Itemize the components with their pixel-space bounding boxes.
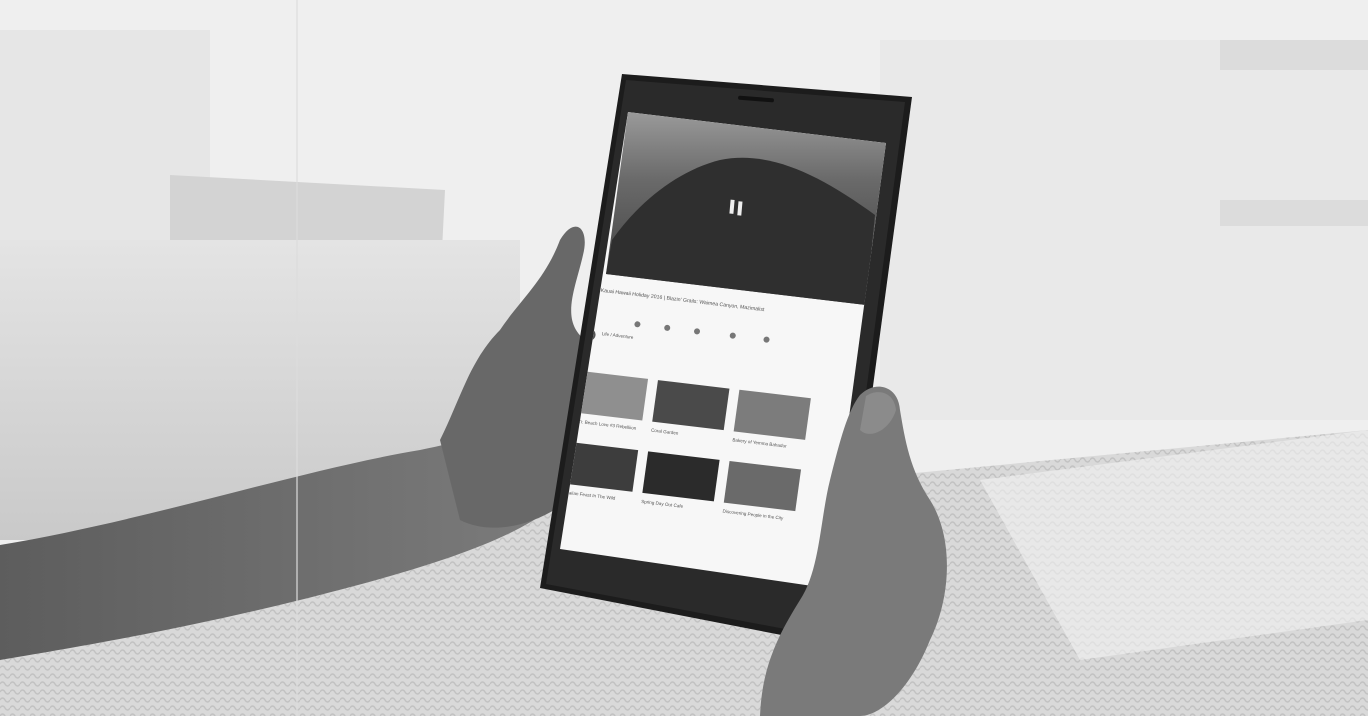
- wall-right: [880, 40, 1368, 420]
- photo-scene: Kauai Hawaii Holiday 2016 | Blazin' Grai…: [0, 0, 1368, 716]
- thumbnail-image[interactable]: [723, 461, 802, 512]
- scan-line: [296, 0, 298, 716]
- scene-svg: Kauai Hawaii Holiday 2016 | Blazin' Grai…: [0, 0, 1368, 716]
- thumbnail-image[interactable]: [733, 389, 811, 440]
- shelf-right-lower: [1220, 200, 1368, 226]
- thumbnail-image[interactable]: [642, 451, 720, 502]
- shelf-right: [1220, 40, 1368, 70]
- thumbnail-image[interactable]: [652, 380, 730, 431]
